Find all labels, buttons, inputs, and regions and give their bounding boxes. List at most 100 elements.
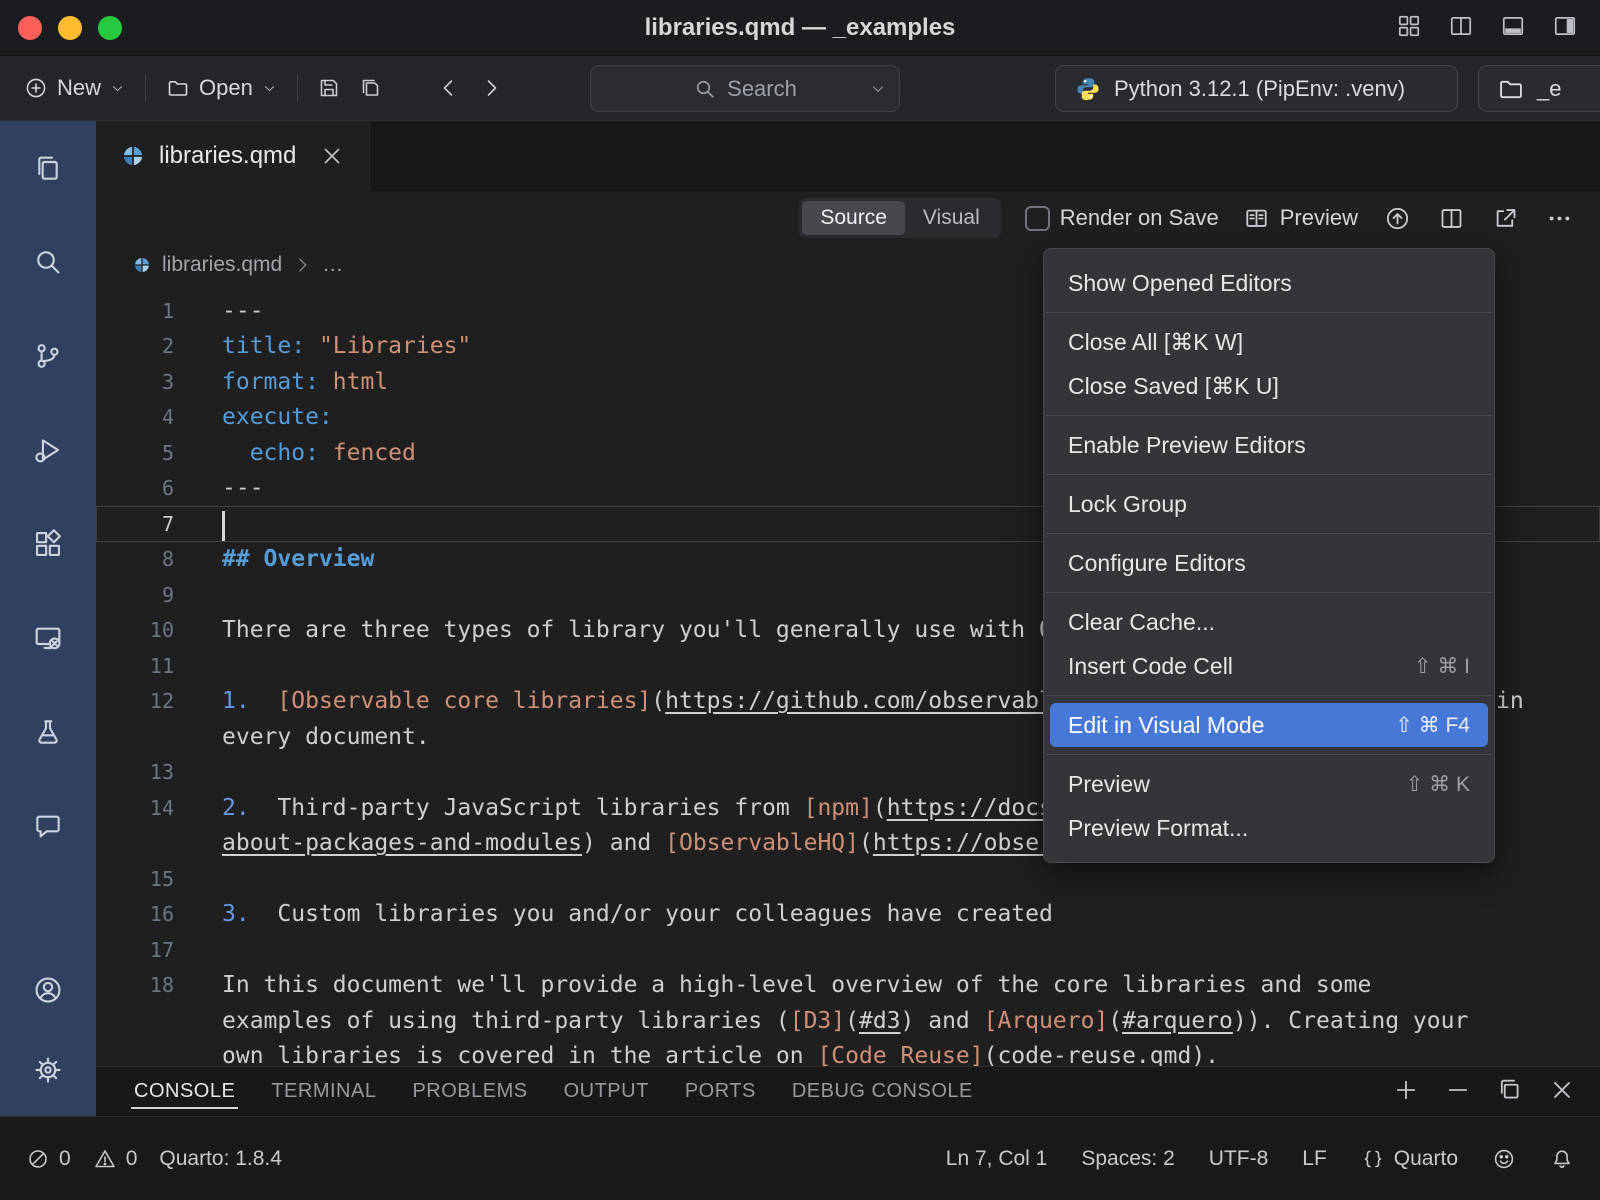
back-button[interactable] [428, 67, 470, 109]
interpreter-selector[interactable]: Python 3.12.1 (PipEnv: .venv) [1055, 65, 1458, 112]
activity-explorer[interactable] [0, 121, 96, 215]
panel-bottom-button[interactable] [1500, 13, 1526, 42]
split-columns-icon [1448, 13, 1474, 39]
close-window-button[interactable] [18, 16, 42, 40]
status-quarto[interactable]: Quarto [1361, 1147, 1458, 1171]
activity-account[interactable] [0, 950, 96, 1030]
status-label: Spaces: 2 [1081, 1147, 1174, 1171]
menu-shortcut: ⇧ ⌘ K [1406, 772, 1470, 797]
panel-plus-button[interactable] [1392, 1076, 1420, 1107]
code-token: Third-party JavaScript libraries from [250, 795, 804, 821]
panel-tab-console[interactable]: CONSOLE [116, 1067, 253, 1116]
code-line[interactable]: own libraries is covered in the article … [96, 1039, 1600, 1067]
menu-item-show-opened-editors[interactable]: Show Opened Editors [1050, 261, 1488, 305]
menu-item-label: Lock Group [1068, 491, 1187, 518]
status-lf[interactable]: LF [1302, 1147, 1327, 1171]
activity-extensions[interactable] [0, 497, 96, 591]
search-input[interactable]: Search [590, 65, 900, 112]
workspace-selector[interactable]: _e [1478, 65, 1600, 112]
menu-item-close-saved-k-u[interactable]: Close Saved [⌘K U] [1050, 364, 1488, 408]
line-number: 18 [96, 973, 174, 997]
line-number: 10 [96, 618, 174, 642]
more-actions-button[interactable] [1544, 203, 1574, 233]
status-spaces-2[interactable]: Spaces: 2 [1081, 1147, 1174, 1171]
code-line[interactable]: 18In this document we'll provide a high-… [96, 968, 1600, 1004]
code-token: ( [859, 830, 873, 856]
menu-item-lock-group[interactable]: Lock Group [1050, 482, 1488, 526]
menu-item-configure-editors[interactable]: Configure Editors [1050, 541, 1488, 585]
line-number: 7 [96, 512, 174, 536]
status-label: 0 [126, 1147, 138, 1171]
panel-tab-terminal[interactable]: TERMINAL [253, 1067, 394, 1116]
status-quarto-1-8-4[interactable]: Quarto: 1.8.4 [159, 1147, 282, 1171]
status-ln-7-col-1[interactable]: Ln 7, Col 1 [946, 1147, 1048, 1171]
panel-tab-output[interactable]: OUTPUT [546, 1067, 667, 1116]
breadcrumb-ellipsis[interactable]: … [322, 253, 343, 277]
visual-mode-button[interactable]: Visual [905, 201, 998, 235]
activity-sessions[interactable] [0, 591, 96, 685]
menu-separator [1046, 474, 1492, 475]
menu-item-preview[interactable]: Preview⇧ ⌘ K [1050, 762, 1488, 806]
panel-close-button[interactable] [1548, 1076, 1576, 1107]
tab-close-icon[interactable] [319, 143, 345, 169]
split-columns-button[interactable] [1448, 13, 1474, 42]
tab-libraries-qmd[interactable]: libraries.qmd [96, 121, 370, 191]
open-button[interactable]: Open [156, 69, 287, 107]
render-on-save-checkbox[interactable] [1025, 206, 1050, 231]
code-line[interactable]: 17 [96, 932, 1600, 968]
activity-chat[interactable] [0, 779, 96, 873]
line-number: 5 [96, 441, 174, 465]
status-utf-8[interactable]: UTF-8 [1209, 1147, 1269, 1171]
code-token: Custom libraries you and/or your colleag… [250, 901, 1053, 927]
forward-button[interactable] [470, 67, 512, 109]
code-text: title: "Libraries" [174, 333, 471, 359]
panel-tab-ports[interactable]: PORTS [667, 1067, 774, 1116]
code-token: [npm] [804, 795, 873, 821]
code-line[interactable]: 163. Custom libraries you and/or your co… [96, 897, 1600, 933]
save-button[interactable] [308, 67, 350, 109]
panel-restore-button[interactable] [1496, 1076, 1524, 1107]
menu-item-preview-format[interactable]: Preview Format... [1050, 806, 1488, 850]
menu-item-close-all-k-w[interactable]: Close All [⌘K W] [1050, 320, 1488, 364]
line-number: 9 [96, 583, 174, 607]
line-number: 16 [96, 902, 174, 926]
status-0[interactable]: 0 [93, 1147, 138, 1171]
code-token: examples of using third-party libraries … [222, 1008, 790, 1034]
line-number: 1 [96, 299, 174, 323]
activity-run-debug[interactable] [0, 403, 96, 497]
activity-settings[interactable] [0, 1030, 96, 1110]
preview-button[interactable]: Preview [1243, 205, 1358, 232]
split-editor-button[interactable] [1436, 203, 1466, 233]
open-in-new-window-button[interactable] [1490, 203, 1520, 233]
status-bell[interactable] [1550, 1147, 1574, 1171]
titlebar-actions [1396, 13, 1600, 42]
menu-item-insert-code-cell[interactable]: Insert Code Cell⇧ ⌘ I [1050, 644, 1488, 688]
activity-search[interactable] [0, 215, 96, 309]
zoom-window-button[interactable] [98, 16, 122, 40]
save-all-button[interactable] [350, 67, 392, 109]
activity-source-control[interactable] [0, 309, 96, 403]
menu-item-clear-cache[interactable]: Clear Cache... [1050, 600, 1488, 644]
render-button[interactable] [1382, 203, 1412, 233]
menu-item-edit-in-visual-mode[interactable]: Edit in Visual Mode⇧ ⌘ F4 [1050, 703, 1488, 747]
code-line[interactable]: 15 [96, 861, 1600, 897]
code-line[interactable]: examples of using third-party libraries … [96, 1003, 1600, 1039]
menu-separator [1046, 592, 1492, 593]
panel-tab-problems[interactable]: PROBLEMS [394, 1067, 545, 1116]
layout-grid-button[interactable] [1396, 13, 1422, 42]
breadcrumb-file[interactable]: libraries.qmd [162, 253, 282, 277]
activity-testing[interactable] [0, 685, 96, 779]
sessions-icon [32, 622, 64, 654]
split-editor-icon [1438, 205, 1465, 232]
status-smiley[interactable] [1492, 1147, 1516, 1171]
minimize-window-button[interactable] [58, 16, 82, 40]
status-label: UTF-8 [1209, 1147, 1269, 1171]
code-token: #arquero [1122, 1008, 1233, 1034]
panel-right-button[interactable] [1552, 13, 1578, 42]
source-mode-button[interactable]: Source [802, 201, 905, 235]
panel-tab-debug-console[interactable]: DEBUG CONSOLE [774, 1067, 991, 1116]
panel-minus-button[interactable] [1444, 1076, 1472, 1107]
menu-item-enable-preview-editors[interactable]: Enable Preview Editors [1050, 423, 1488, 467]
status-0[interactable]: 0 [26, 1147, 71, 1171]
new-button[interactable]: New [14, 69, 135, 107]
